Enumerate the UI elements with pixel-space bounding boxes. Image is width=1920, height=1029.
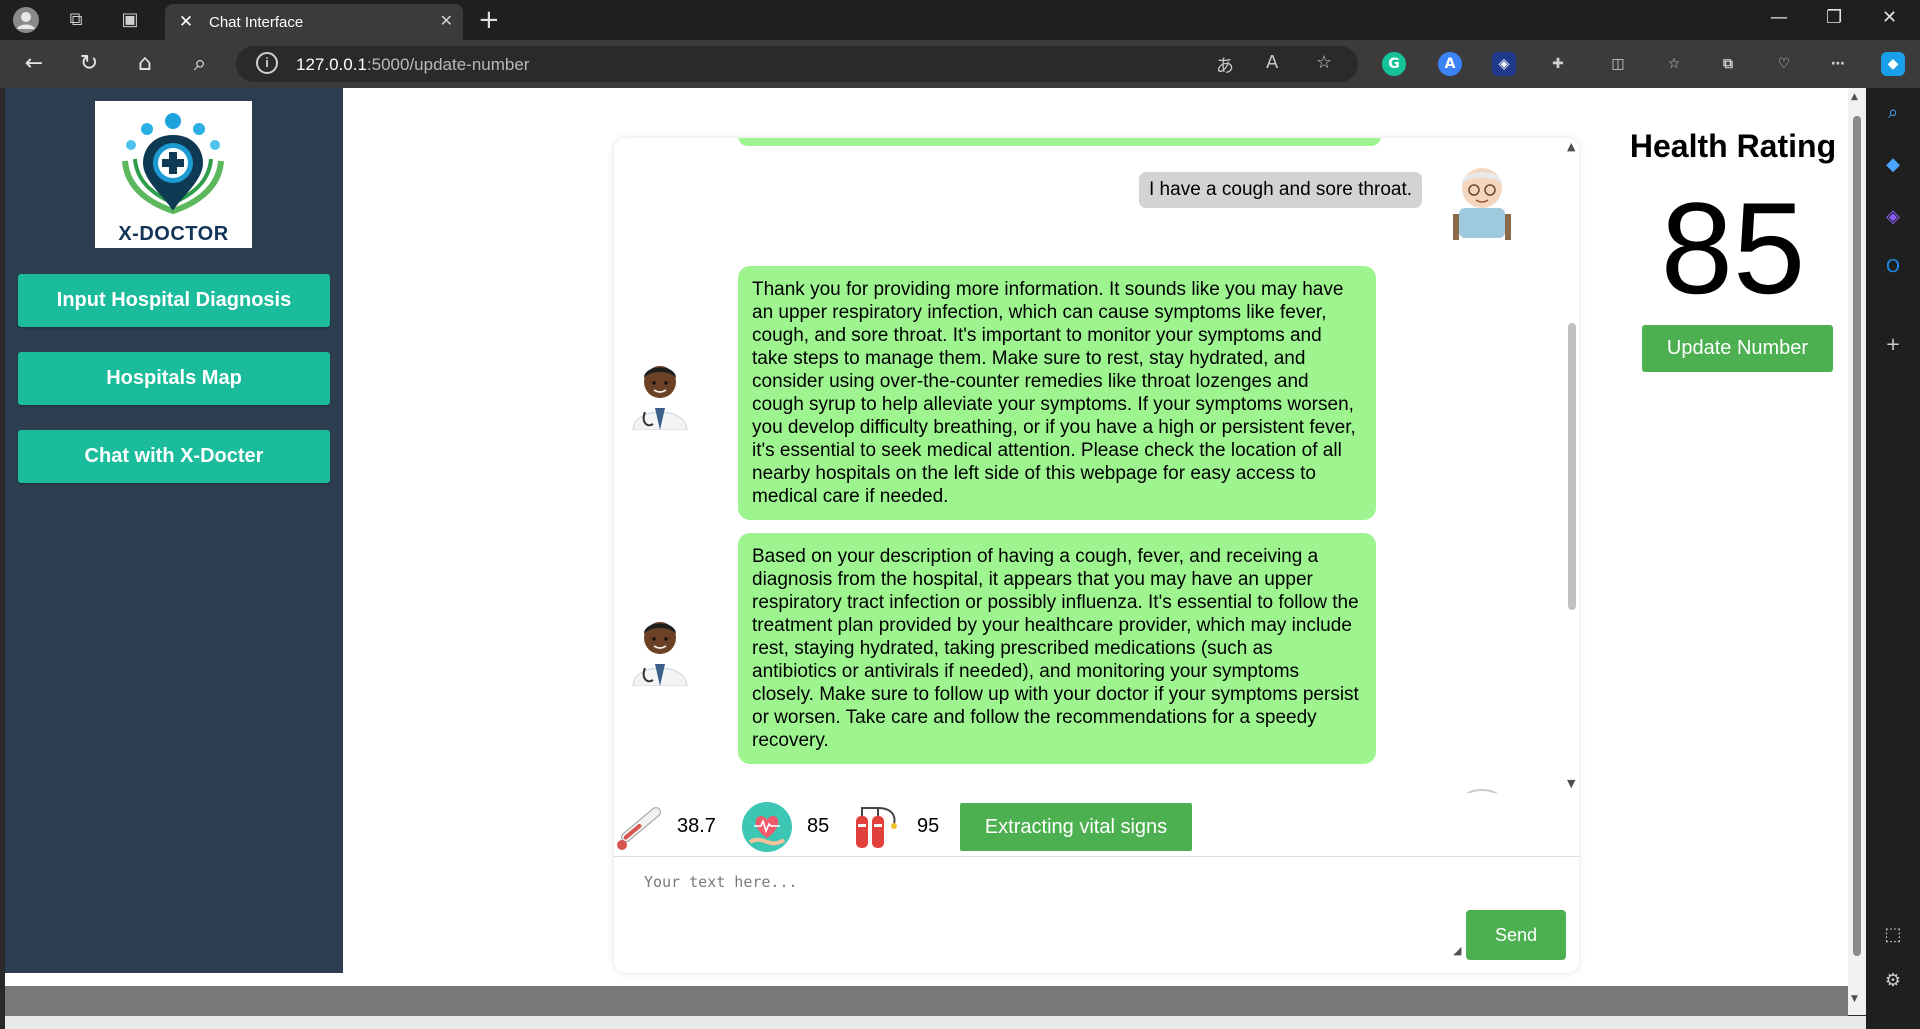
search-icon[interactable]: ⌕ — [1882, 102, 1904, 124]
edge-sidebar: ⌕ ◆ ◈ O + ⬚ ⚙ — [1866, 88, 1920, 1029]
scroll-down-icon[interactable]: ▼ — [1851, 994, 1858, 1004]
resize-grip-icon[interactable]: ◢ — [1453, 944, 1461, 957]
home-icon[interactable]: ⌂ — [130, 49, 160, 79]
extension-box-icon[interactable]: ◈ — [1492, 52, 1516, 76]
horizontal-scroll-thumb[interactable] — [5, 986, 1848, 1016]
patient-avatar-partial-icon — [1466, 789, 1498, 793]
heart-rate-icon — [742, 802, 792, 852]
browser-tab-strip: ⧉ ▣ ✕ Chat Interface ✕ + — ❐ ✕ — [0, 0, 1920, 40]
workspaces-icon[interactable]: ⧉ — [62, 6, 90, 34]
message-list[interactable]: I have a cough and sore throat. Thank yo… — [614, 138, 1564, 793]
copilot-icon[interactable]: ◆ — [1881, 52, 1905, 76]
tab-chat-interface[interactable]: ✕ Chat Interface ✕ — [165, 4, 463, 40]
doctor-avatar-icon — [632, 366, 688, 430]
patient-avatar-icon — [1453, 168, 1511, 240]
health-rating-title: Health Rating — [1629, 128, 1837, 164]
more-menu-icon[interactable]: ⋯ — [1826, 52, 1850, 76]
page-viewport: X-DOCTOR Input Hospital Diagnosis Hospit… — [5, 88, 1848, 986]
x-favicon-icon: ✕ — [178, 12, 194, 32]
read-aloud-icon[interactable]: A — [1266, 52, 1278, 73]
bot-message: Thank you for providing more information… — [738, 266, 1376, 520]
chat-scroll-thumb[interactable] — [1568, 323, 1576, 610]
collections-icon[interactable]: ⧉ — [1716, 52, 1740, 76]
hospitals-map-button[interactable]: Hospitals Map — [18, 352, 330, 405]
doctor-avatar-icon — [632, 622, 688, 686]
chat-scrollbar[interactable]: ▲ ▼ — [1565, 138, 1579, 793]
input-divider — [614, 856, 1579, 857]
profile-icon[interactable] — [12, 6, 40, 34]
app-sidebar: X-DOCTOR Input Hospital Diagnosis Hospit… — [5, 88, 343, 973]
address-bar[interactable]: i 127.0.0.1:5000/update-number あ A ☆ — [236, 46, 1358, 82]
tab-actions-icon[interactable]: ▣ — [116, 6, 144, 34]
extensions-icon[interactable]: ✚ — [1546, 52, 1570, 76]
shopping-icon[interactable]: ◆ — [1882, 154, 1904, 176]
update-number-button[interactable]: Update Number — [1642, 325, 1833, 372]
page-scroll-thumb[interactable] — [1853, 116, 1861, 956]
bottom-strip — [5, 1016, 1866, 1029]
vitals-bar: 38.7 85 95 Extracting vital signs — [614, 798, 1579, 855]
x-doctor-logo: X-DOCTOR — [95, 101, 252, 248]
new-tab-icon[interactable]: + — [478, 5, 500, 35]
input-hospital-diagnosis-button[interactable]: Input Hospital Diagnosis — [18, 274, 330, 327]
translate-icon[interactable]: あ — [1216, 52, 1234, 78]
previous-message-bubble — [738, 138, 1381, 146]
url-text[interactable]: 127.0.0.1:5000/update-number — [296, 55, 529, 75]
page-vertical-scrollbar[interactable]: ▲ ▼ — [1848, 88, 1866, 1015]
favorite-star-icon[interactable]: ☆ — [1316, 52, 1332, 73]
logo-text: X-DOCTOR — [118, 223, 229, 245]
copilot-icon[interactable]: ◈ — [1882, 206, 1904, 228]
restore-icon[interactable]: ❐ — [1826, 7, 1842, 28]
add-icon[interactable]: + — [1882, 334, 1904, 356]
screenshot-icon[interactable]: ⬚ — [1882, 924, 1904, 946]
browser-toolbar: ← ↻ ⌂ ⌕ i 127.0.0.1:5000/update-number あ… — [0, 40, 1920, 88]
chat-message-input[interactable] — [644, 873, 1472, 963]
oxygen-tanks-icon — [856, 807, 897, 848]
page-horizontal-scrollbar[interactable] — [5, 986, 1848, 1016]
site-info-icon[interactable]: i — [256, 52, 278, 74]
heart-rate-value: 85 — [807, 815, 830, 837]
search-icon[interactable]: ⌕ — [185, 49, 215, 79]
split-screen-icon[interactable]: ◫ — [1606, 52, 1630, 76]
health-rating-panel: Health Rating 85 Update Number — [1625, 88, 1841, 408]
logo-emblem-icon — [122, 113, 224, 215]
scroll-up-icon[interactable]: ▲ — [1851, 92, 1858, 102]
extract-vital-signs-button[interactable]: Extracting vital signs — [960, 803, 1192, 851]
chat-panel: I have a cough and sore throat. Thank yo… — [614, 138, 1579, 973]
thermometer-icon — [617, 807, 661, 850]
outlook-icon[interactable]: O — [1882, 256, 1904, 278]
scroll-down-icon[interactable]: ▼ — [1567, 777, 1575, 790]
back-icon[interactable]: ← — [19, 49, 49, 79]
scroll-up-icon[interactable]: ▲ — [1567, 140, 1575, 153]
close-window-icon[interactable]: ✕ — [1882, 7, 1897, 28]
grammarly-icon[interactable]: G — [1382, 52, 1406, 76]
tab-title: Chat Interface — [209, 14, 304, 31]
health-icon[interactable]: ♡ — [1772, 52, 1796, 76]
temperature-value: 38.7 — [677, 815, 716, 837]
favorites-icon[interactable]: ☆ — [1662, 52, 1686, 76]
close-tab-icon[interactable]: ✕ — [440, 11, 453, 30]
minimize-icon[interactable]: — — [1770, 7, 1788, 28]
health-rating-value: 85 — [1660, 175, 1806, 321]
bot-message: Based on your description of having a co… — [738, 533, 1376, 764]
user-message: I have a cough and sore throat. — [1139, 172, 1423, 208]
extension-a-icon[interactable]: A — [1438, 52, 1462, 76]
refresh-icon[interactable]: ↻ — [74, 49, 104, 79]
send-button[interactable]: Send — [1466, 910, 1566, 960]
oxygen-value: 95 — [917, 815, 940, 837]
settings-icon[interactable]: ⚙ — [1882, 970, 1904, 992]
chat-with-x-docter-button[interactable]: Chat with X-Docter — [18, 430, 330, 483]
